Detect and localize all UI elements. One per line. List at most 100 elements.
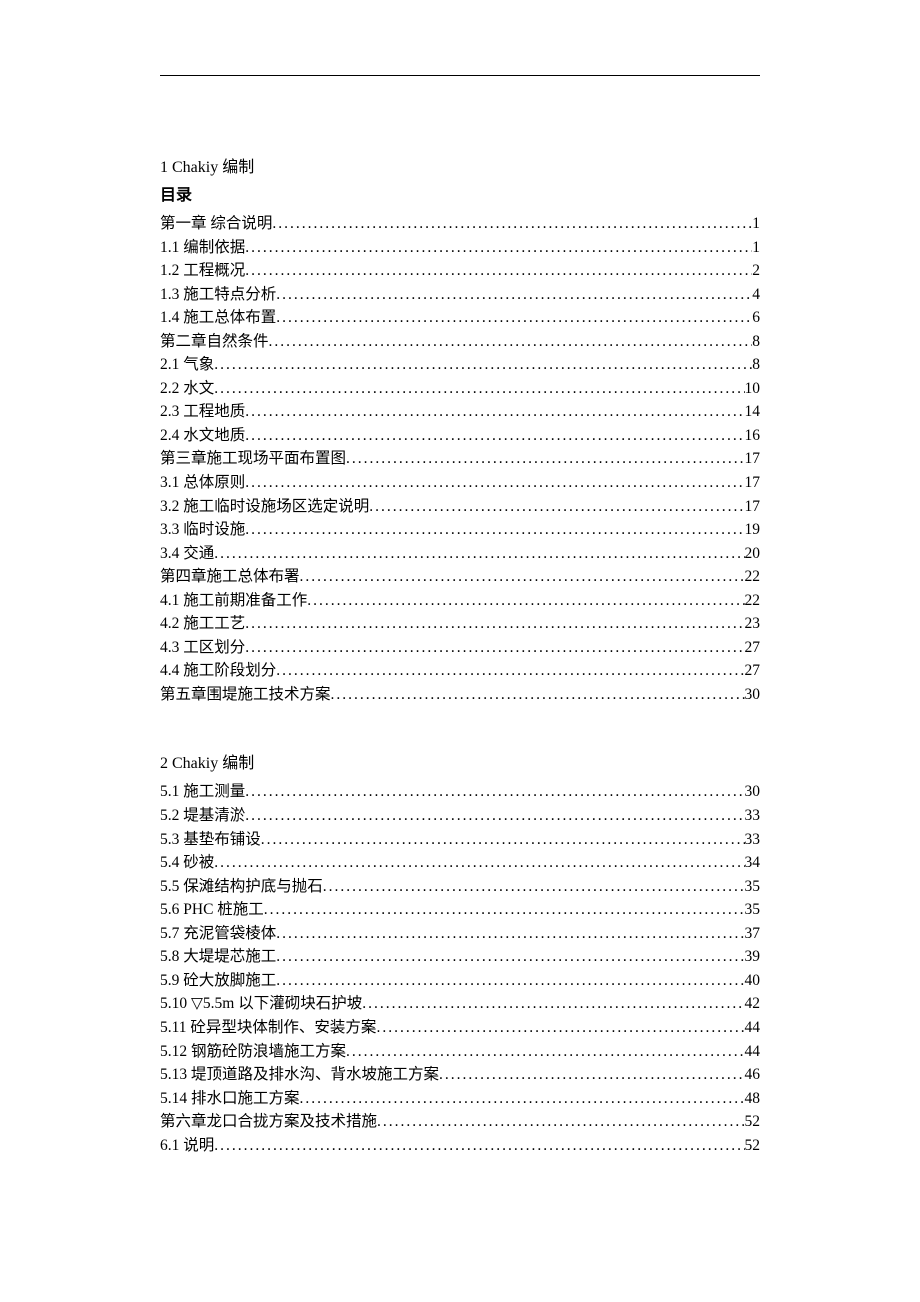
toc-entry: 3.4 交通20 <box>160 542 760 566</box>
toc-entry: 第五章围堤施工技术方案30 <box>160 683 760 707</box>
toc-entry: 5.4 砂被34 <box>160 851 760 875</box>
toc-entry: 1.2 工程概况2 <box>160 259 760 283</box>
toc-entry-page: 19 <box>745 518 761 542</box>
toc-entry-label: 2.4 水文地质 <box>160 424 245 448</box>
toc-entry-label: 2.2 水文 <box>160 377 214 401</box>
toc-dot-leader <box>439 1063 744 1087</box>
toc-dot-leader <box>276 306 752 330</box>
toc-entry: 5.9 砼大放脚施工40 <box>160 969 760 993</box>
toc-dot-leader <box>276 659 744 683</box>
toc-dot-leader <box>307 589 744 613</box>
toc-dot-leader <box>214 542 744 566</box>
toc-entry: 第六章龙口合拢方案及技术措施52 <box>160 1110 760 1134</box>
toc-dot-leader <box>276 945 744 969</box>
toc-entry-label: 第一章 综合说明 <box>160 212 272 236</box>
toc-entry-label: 5.2 堤基清淤 <box>160 804 245 828</box>
block-gap <box>160 706 760 752</box>
toc-entry-label: 第三章施工现场平面布置图 <box>160 447 346 471</box>
toc-entry-label: 5.1 施工测量 <box>160 780 245 804</box>
toc-entry-page: 10 <box>745 377 761 401</box>
toc-entry: 5.2 堤基清淤 33 <box>160 804 760 828</box>
toc-entry: 第一章 综合说明 1 <box>160 212 760 236</box>
toc-entry: 5.1 施工测量30 <box>160 780 760 804</box>
toc-dot-leader <box>245 424 744 448</box>
toc-entry-page: 42 <box>745 992 761 1016</box>
toc-entry: 5.11 砼异型块体制作、安装方案 44 <box>160 1016 760 1040</box>
toc-entry: 2.3 工程地质14 <box>160 400 760 424</box>
toc-dot-leader <box>269 330 753 354</box>
toc-entry: 5.12 钢筋砼防浪墙施工方案44 <box>160 1040 760 1064</box>
toc-entry: 4.1 施工前期准备工作 22 <box>160 589 760 613</box>
toc-dot-leader <box>272 212 752 236</box>
toc-dot-leader <box>261 828 745 852</box>
toc-entry-label: 1.2 工程概况 <box>160 259 245 283</box>
toc-entry-page: 22 <box>745 565 761 589</box>
toc-entry-page: 40 <box>745 969 761 993</box>
toc-entry-page: 8 <box>752 330 760 354</box>
toc-entry-label: 5.6 PHC 桩施工 <box>160 898 264 922</box>
toc-entry: 3.3 临时设施19 <box>160 518 760 542</box>
toc-entry-label: 5.11 砼异型块体制作、安装方案 <box>160 1016 376 1040</box>
toc-entry-page: 52 <box>745 1110 761 1134</box>
toc-entry: 4.4 施工阶段划分27 <box>160 659 760 683</box>
toc-entry-label: 5.3 基垫布铺设 <box>160 828 261 852</box>
toc-entry-page: 35 <box>745 875 761 899</box>
toc-dot-leader <box>376 1016 744 1040</box>
toc-entry: 5.6 PHC 桩施工 35 <box>160 898 760 922</box>
toc-entry-page: 27 <box>745 659 761 683</box>
toc-entry-page: 39 <box>745 945 761 969</box>
toc-entry-page: 33 <box>745 804 761 828</box>
toc-entry-label: 2.3 工程地质 <box>160 400 245 424</box>
toc-entry: 5.3 基垫布铺设33 <box>160 828 760 852</box>
toc-dot-leader <box>245 471 744 495</box>
toc-entry-page: 44 <box>745 1016 761 1040</box>
toc-entry-page: 34 <box>745 851 761 875</box>
toc-entry-label: 3.1 总体原则 <box>160 471 245 495</box>
toc-dot-leader <box>331 683 745 707</box>
toc-entry-page: 17 <box>745 495 761 519</box>
toc-entry-page: 30 <box>745 683 761 707</box>
toc-dot-leader <box>276 969 744 993</box>
toc-dot-leader <box>214 377 744 401</box>
toc-entry-label: 4.1 施工前期准备工作 <box>160 589 307 613</box>
toc-entry-label: 5.7 充泥管袋棱体 <box>160 922 276 946</box>
toc-entry-page: 44 <box>745 1040 761 1064</box>
toc-entry: 4.2 施工工艺23 <box>160 612 760 636</box>
toc-dot-leader <box>245 400 744 424</box>
toc-dot-leader <box>346 447 744 471</box>
toc-entry-label: 第四章施工总体布署 <box>160 565 300 589</box>
toc-entry-page: 37 <box>745 922 761 946</box>
toc-entry-page: 4 <box>752 283 760 307</box>
toc-entry-page: 27 <box>745 636 761 660</box>
toc-entry: 1.1 编制依据1 <box>160 236 760 260</box>
toc-entry: 2.4 水文地质 16 <box>160 424 760 448</box>
toc-dot-leader <box>245 612 744 636</box>
toc-entry: 第四章施工总体布署 22 <box>160 565 760 589</box>
toc-entry-page: 22 <box>745 589 761 613</box>
toc-dot-leader <box>300 565 745 589</box>
toc-entry-page: 35 <box>745 898 761 922</box>
toc-dot-leader <box>214 851 744 875</box>
toc-entry-page: 17 <box>745 447 761 471</box>
toc-dot-leader <box>300 1087 745 1111</box>
toc-dot-leader <box>245 804 744 828</box>
toc-dot-leader <box>377 1110 744 1134</box>
toc-entry-page: 6 <box>752 306 760 330</box>
toc-dot-leader <box>276 283 752 307</box>
toc-entry-page: 1 <box>752 212 760 236</box>
toc-entry-page: 17 <box>745 471 761 495</box>
toc-entry-label: 1.1 编制依据 <box>160 236 245 260</box>
top-rule <box>160 75 760 76</box>
toc-entry-label: 5.14 排水口施工方案 <box>160 1087 300 1111</box>
toc-dot-leader <box>323 875 745 899</box>
toc-entry-page: 52 <box>745 1134 761 1158</box>
toc-entry-page: 16 <box>745 424 761 448</box>
toc-entry: 1.4 施工总体布置6 <box>160 306 760 330</box>
toc-dot-leader <box>362 992 744 1016</box>
toc-entry: 2.1 气象8 <box>160 353 760 377</box>
toc-dot-leader <box>214 353 752 377</box>
toc-dot-leader <box>245 518 744 542</box>
toc-entry-label: 3.2 施工临时设施场区选定说明 <box>160 495 369 519</box>
toc-entry-page: 48 <box>745 1087 761 1111</box>
document-page: 1 Chakiy 编制 目录 第一章 综合说明11.1 编制依据11.2 工程概… <box>0 0 920 1197</box>
